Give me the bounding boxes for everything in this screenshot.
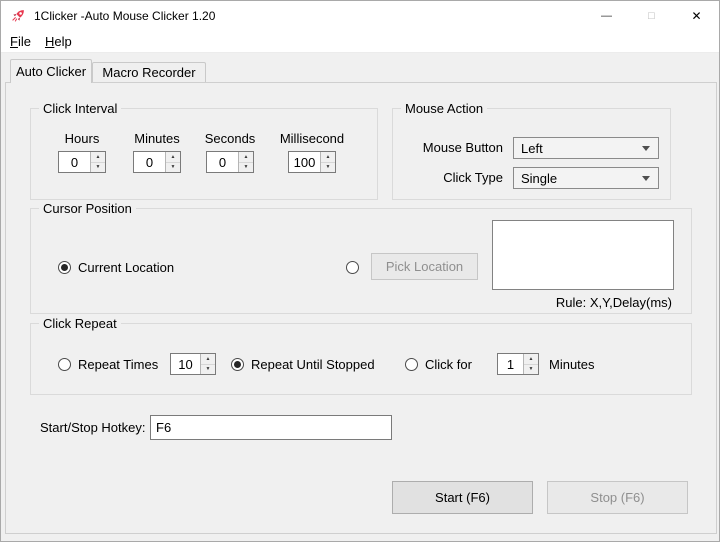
radio-unchecked-icon bbox=[405, 358, 418, 371]
minutes-spinner[interactable]: ▲ ▼ bbox=[133, 151, 181, 173]
minutes-input[interactable] bbox=[134, 152, 165, 172]
radio-checked-icon bbox=[231, 358, 244, 371]
click-type-label: Click Type bbox=[393, 170, 503, 185]
seconds-input[interactable] bbox=[207, 152, 238, 172]
seconds-label: Seconds bbox=[194, 131, 266, 146]
hours-spinner[interactable]: ▲ ▼ bbox=[58, 151, 106, 173]
rule-format-hint: Rule: X,Y,Delay(ms) bbox=[556, 295, 672, 310]
close-icon: ✕ bbox=[691, 9, 701, 23]
minutes-column: Minutes ▲ ▼ bbox=[121, 131, 193, 173]
hotkey-input[interactable] bbox=[150, 415, 392, 440]
chevron-down-icon bbox=[642, 176, 650, 181]
group-title: Click Interval bbox=[39, 101, 121, 116]
spin-up-icon[interactable]: ▲ bbox=[524, 354, 538, 365]
click-for-radio[interactable]: Click for bbox=[405, 357, 472, 371]
spin-up-icon[interactable]: ▲ bbox=[201, 354, 215, 365]
menu-item-file[interactable]: File bbox=[3, 31, 38, 53]
start-button[interactable]: Start (F6) bbox=[392, 481, 533, 514]
mouse-button-value: Left bbox=[521, 141, 642, 156]
click-type-dropdown[interactable]: Single bbox=[513, 167, 659, 189]
cursor-position-group: Cursor Position Current Location Pick Lo… bbox=[30, 208, 692, 314]
click-for-minutes-input[interactable] bbox=[498, 354, 523, 374]
click-rules-listbox[interactable] bbox=[492, 220, 674, 290]
minimize-icon: — bbox=[601, 10, 612, 22]
spin-down-icon[interactable]: ▼ bbox=[524, 365, 538, 375]
repeat-until-stopped-label: Repeat Until Stopped bbox=[251, 357, 375, 372]
menu-item-help[interactable]: Help bbox=[38, 31, 79, 53]
current-location-label: Current Location bbox=[78, 260, 174, 275]
group-title: Cursor Position bbox=[39, 201, 136, 216]
mouse-button-label: Mouse Button bbox=[393, 140, 503, 155]
millisecond-spinner[interactable]: ▲ ▼ bbox=[288, 151, 336, 173]
click-for-minutes-spinner[interactable]: ▲ ▼ bbox=[497, 353, 539, 375]
window-title: 1Clicker -Auto Mouse Clicker 1.20 bbox=[34, 9, 215, 23]
title-bar: 1Clicker -Auto Mouse Clicker 1.20 — □ ✕ bbox=[1, 1, 719, 31]
click-for-label: Click for bbox=[425, 357, 472, 372]
spin-up-icon[interactable]: ▲ bbox=[321, 152, 335, 163]
window-controls: — □ ✕ bbox=[584, 1, 719, 31]
current-location-radio[interactable]: Current Location bbox=[58, 260, 174, 274]
spin-down-icon[interactable]: ▼ bbox=[239, 163, 253, 173]
hotkey-label: Start/Stop Hotkey: bbox=[40, 420, 146, 435]
spin-up-icon[interactable]: ▲ bbox=[166, 152, 180, 163]
millisecond-input[interactable] bbox=[289, 152, 320, 172]
spin-down-icon[interactable]: ▼ bbox=[201, 365, 215, 375]
radio-unchecked-icon bbox=[346, 261, 359, 274]
group-title: Mouse Action bbox=[401, 101, 487, 116]
repeat-times-spinner[interactable]: ▲ ▼ bbox=[170, 353, 216, 375]
hours-column: Hours ▲ ▼ bbox=[46, 131, 118, 173]
spin-up-icon[interactable]: ▲ bbox=[239, 152, 253, 163]
auto-clicker-panel: Click Interval Hours ▲ ▼ Minutes ▲ bbox=[5, 82, 717, 534]
close-button[interactable]: ✕ bbox=[674, 1, 719, 31]
click-repeat-group: Click Repeat Repeat Times ▲ ▼ Repeat Unt… bbox=[30, 323, 692, 395]
repeat-times-radio[interactable]: Repeat Times bbox=[58, 357, 158, 371]
hours-label: Hours bbox=[46, 131, 118, 146]
pick-location-button[interactable]: Pick Location bbox=[371, 253, 478, 280]
stop-button[interactable]: Stop (F6) bbox=[547, 481, 688, 514]
radio-checked-icon bbox=[58, 261, 71, 274]
rocket-app-icon bbox=[10, 8, 26, 24]
repeat-times-label: Repeat Times bbox=[78, 357, 158, 372]
click-interval-group: Click Interval Hours ▲ ▼ Minutes ▲ bbox=[30, 108, 378, 200]
spin-down-icon[interactable]: ▼ bbox=[321, 163, 335, 173]
hours-input[interactable] bbox=[59, 152, 90, 172]
millisecond-label: Millisecond bbox=[276, 131, 348, 146]
pick-location-radio[interactable] bbox=[346, 260, 359, 274]
app-window: 1Clicker -Auto Mouse Clicker 1.20 — □ ✕ … bbox=[0, 0, 720, 542]
seconds-spinner[interactable]: ▲ ▼ bbox=[206, 151, 254, 173]
seconds-column: Seconds ▲ ▼ bbox=[194, 131, 266, 173]
chevron-down-icon bbox=[642, 146, 650, 151]
repeat-until-stopped-radio[interactable]: Repeat Until Stopped bbox=[231, 357, 375, 371]
minimize-button[interactable]: — bbox=[584, 1, 629, 31]
mouse-button-dropdown[interactable]: Left bbox=[513, 137, 659, 159]
radio-unchecked-icon bbox=[58, 358, 71, 371]
group-title: Click Repeat bbox=[39, 316, 121, 331]
maximize-icon: □ bbox=[648, 10, 655, 22]
millisecond-column: Millisecond ▲ ▼ bbox=[276, 131, 348, 173]
minutes-label: Minutes bbox=[121, 131, 193, 146]
tab-auto-clicker[interactable]: Auto Clicker bbox=[10, 59, 92, 83]
spin-down-icon[interactable]: ▼ bbox=[166, 163, 180, 173]
minutes-unit-label: Minutes bbox=[549, 357, 595, 372]
click-type-value: Single bbox=[521, 171, 642, 186]
spin-down-icon[interactable]: ▼ bbox=[91, 163, 105, 173]
menu-bar: File Help bbox=[1, 31, 719, 53]
spin-up-icon[interactable]: ▲ bbox=[91, 152, 105, 163]
mouse-action-group: Mouse Action Mouse Button Left Click Typ… bbox=[392, 108, 671, 200]
repeat-times-input[interactable] bbox=[171, 354, 200, 374]
tab-macro-recorder[interactable]: Macro Recorder bbox=[92, 62, 206, 82]
maximize-button[interactable]: □ bbox=[629, 1, 674, 31]
